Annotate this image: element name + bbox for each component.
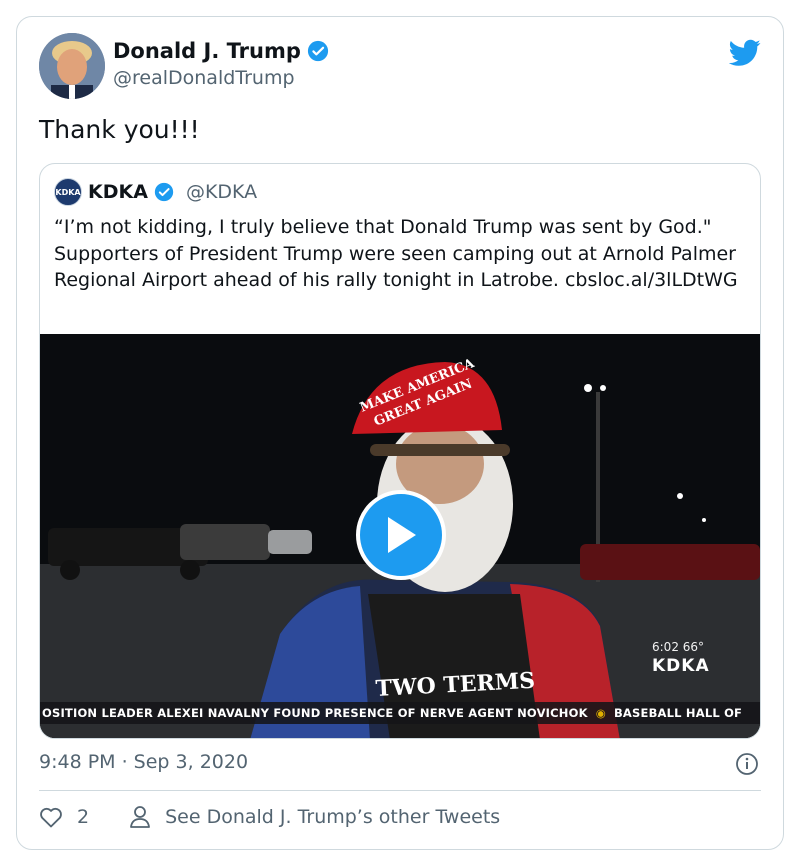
play-icon	[388, 517, 416, 553]
tweet-timestamp[interactable]: 9:48 PM · Sep 3, 2020	[39, 751, 248, 773]
heart-icon	[40, 807, 62, 828]
person-icon	[130, 806, 150, 828]
like-count: 2	[77, 806, 90, 828]
ticker-text-2: BASEBALL HALL OF	[613, 706, 743, 720]
verified-badge-icon	[307, 40, 328, 62]
avatar[interactable]	[39, 33, 105, 99]
tweet-text: Thank you!!!	[39, 115, 200, 144]
quoted-header: KDKA KDKA @KDKA	[54, 178, 257, 206]
author-name[interactable]: Donald J. Trump	[113, 39, 329, 63]
author-name-text: Donald J. Trump	[113, 39, 301, 63]
ticker-text-1: OSITION LEADER ALEXEI NAVALNY FOUND PRES…	[42, 706, 588, 720]
verified-badge-icon	[154, 182, 174, 202]
ticker-separator-icon: ◉	[595, 706, 606, 720]
other-tweets-label: See Donald J. Trump’s other Tweets	[165, 806, 501, 828]
quoted-tweet[interactable]: KDKA KDKA @KDKA “I’m not kidding, I trul…	[39, 163, 761, 739]
info-icon[interactable]	[735, 752, 759, 776]
kdka-logo[interactable]: KDKA	[54, 178, 82, 206]
divider	[39, 790, 761, 791]
play-button[interactable]	[356, 490, 446, 580]
author-handle[interactable]: @realDonaldTrump	[113, 67, 295, 89]
video-brand-overlay: KDKA	[652, 656, 710, 676]
video-player[interactable]: MAKE AMERICA GREAT AGAIN TWO TERMS 6:02 66…	[40, 334, 760, 738]
news-ticker: OSITION LEADER ALEXEI NAVALNY FOUND PRES…	[40, 702, 760, 724]
quoted-author-handle[interactable]: @KDKA	[186, 181, 257, 203]
quoted-author-name[interactable]: KDKA	[88, 181, 148, 203]
avatar-image	[39, 33, 105, 99]
other-tweets-link[interactable]: See Donald J. Trump’s other Tweets	[129, 805, 500, 829]
tweet-actions: 2 See Donald J. Trump’s other Tweets	[39, 805, 500, 829]
twitter-bird-icon[interactable]	[729, 39, 761, 67]
like-button[interactable]: 2	[39, 806, 89, 828]
tweet-card: Donald J. Trump @realDonaldTrump Thank y…	[16, 16, 784, 850]
video-timestamp-overlay: 6:02 66°	[652, 640, 705, 654]
quoted-text: “I’m not kidding, I truly believe that D…	[54, 216, 738, 291]
